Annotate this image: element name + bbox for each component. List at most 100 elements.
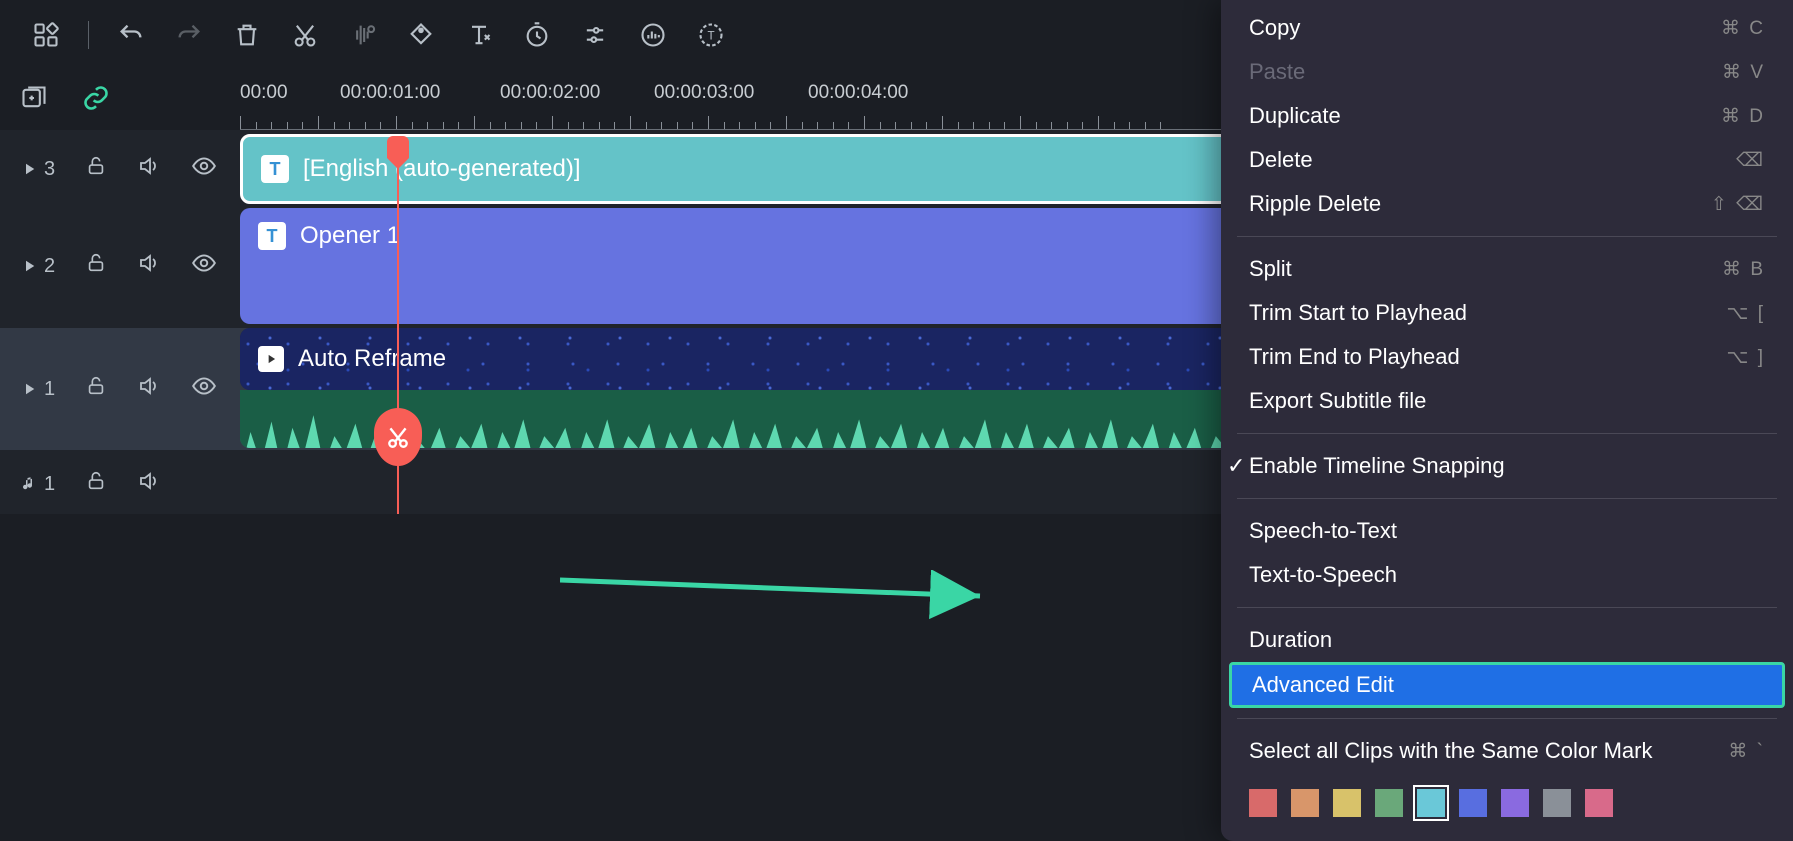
menu-divider	[1237, 433, 1777, 434]
undo-icon[interactable]	[115, 19, 147, 51]
track-type-icon: 3	[20, 158, 55, 181]
redo-icon[interactable]	[173, 19, 205, 51]
playhead-marker[interactable]	[387, 136, 409, 158]
track-controls: 1	[0, 454, 240, 514]
menu-item-duplicate[interactable]: Duplicate⌘ D	[1221, 94, 1793, 138]
ruler-label: 00:00:03:00	[654, 82, 754, 104]
menu-shortcut: ⌫	[1736, 149, 1765, 172]
menu-item-text-to-speech[interactable]: Text-to-Speech	[1221, 553, 1793, 597]
color-swatch[interactable]	[1459, 789, 1487, 817]
lock-icon[interactable]	[85, 155, 107, 183]
add-track-icon[interactable]	[20, 84, 48, 117]
volume-icon[interactable]	[137, 251, 161, 281]
track-controls: 2	[0, 208, 240, 324]
color-swatch[interactable]	[1543, 789, 1571, 817]
menu-item-trim-start-to-playhead[interactable]: Trim Start to Playhead⌥ [	[1221, 291, 1793, 335]
menu-shortcut: ⌘ D	[1721, 105, 1765, 128]
visibility-icon[interactable]	[191, 153, 217, 185]
ruler-controls	[0, 70, 240, 130]
menu-shortcut: ⌘ C	[1721, 17, 1765, 40]
menu-label: Select all Clips with the Same Color Mar…	[1249, 738, 1652, 764]
menu-divider	[1237, 498, 1777, 499]
context-menu: Copy ⌘ C Paste ⌘ V Duplicate⌘ D Delete ⌫ Ripple…	[1221, 0, 1793, 841]
lock-icon[interactable]	[85, 470, 107, 498]
volume-icon[interactable]	[137, 374, 161, 404]
track-controls: 1	[0, 328, 240, 450]
text-clip-icon: T	[261, 155, 289, 183]
menu-shortcut: ⇧ ⌫	[1711, 193, 1765, 216]
menu-shortcut: ⌥ ]	[1727, 346, 1765, 369]
menu-label: Copy	[1249, 15, 1300, 41]
menu-divider	[1237, 718, 1777, 719]
menu-item-duration[interactable]: Duration	[1221, 618, 1793, 662]
menu-divider	[1237, 236, 1777, 237]
track-number: 2	[44, 255, 55, 278]
menu-divider	[1237, 607, 1777, 608]
track-type-icon: 2	[20, 255, 55, 278]
text-icon[interactable]	[463, 19, 495, 51]
menu-item-delete[interactable]: Delete ⌫	[1221, 138, 1793, 182]
lock-icon[interactable]	[85, 252, 107, 280]
playhead-split-bubble[interactable]	[374, 408, 422, 466]
playhead[interactable]	[397, 148, 399, 514]
tag-icon[interactable]	[405, 19, 437, 51]
audio-meter-icon[interactable]	[637, 19, 669, 51]
text-clip-icon: T	[258, 222, 286, 250]
lock-icon[interactable]	[85, 375, 107, 403]
link-icon[interactable]	[82, 84, 110, 117]
mute-icon[interactable]	[347, 19, 379, 51]
menu-item-export-subtitle-file[interactable]: Export Subtitle file	[1221, 379, 1793, 423]
visibility-icon[interactable]	[191, 373, 217, 405]
ruler-label: 00:00:04:00	[808, 82, 908, 104]
delete-icon[interactable]	[231, 19, 263, 51]
clip-label: Opener 1	[300, 222, 400, 250]
menu-label: Export Subtitle file	[1249, 388, 1426, 414]
menu-label: Speech-to-Text	[1249, 518, 1397, 544]
menu-item-enable-timeline-snapping[interactable]: ✓Enable Timeline Snapping	[1221, 444, 1793, 488]
ruler-label: 00:00:02:00	[500, 82, 600, 104]
menu-label: Text-to-Speech	[1249, 562, 1397, 588]
track-number: 3	[44, 158, 55, 181]
color-swatch[interactable]	[1585, 789, 1613, 817]
menu-shortcut: ⌘ B	[1722, 258, 1765, 281]
caption-timer-icon[interactable]: T	[695, 19, 727, 51]
track-number: 1	[44, 378, 55, 401]
menu-item-select-all-clips-with-the-same-color-mark[interactable]: Select all Clips with the Same Color Mar…	[1221, 729, 1793, 773]
visibility-icon[interactable]	[191, 250, 217, 282]
color-swatch[interactable]	[1417, 789, 1445, 817]
cut-icon[interactable]	[289, 19, 321, 51]
color-swatch[interactable]	[1375, 789, 1403, 817]
check-icon: ✓	[1227, 453, 1247, 479]
menu-label: Advanced Edit	[1252, 672, 1394, 698]
menu-item-ripple-delete[interactable]: Ripple Delete ⇧ ⌫	[1221, 182, 1793, 226]
menu-item-advanced-edit[interactable]: Advanced Edit	[1229, 662, 1785, 708]
color-swatch[interactable]	[1249, 789, 1277, 817]
menu-label: Ripple Delete	[1249, 191, 1381, 217]
adjust-icon[interactable]	[579, 19, 611, 51]
menu-item-copy[interactable]: Copy ⌘ C	[1221, 6, 1793, 50]
apps-icon[interactable]	[30, 19, 62, 51]
toolbar-divider	[88, 21, 89, 49]
menu-label: Trim Start to Playhead	[1249, 300, 1467, 326]
menu-item-split[interactable]: Split⌘ B	[1221, 247, 1793, 291]
ruler-label: 00:00	[240, 82, 288, 104]
annotation-arrow	[560, 570, 1000, 620]
clip-label: Auto Reframe	[298, 345, 446, 373]
volume-icon[interactable]	[137, 154, 161, 184]
menu-label: Paste	[1249, 59, 1305, 85]
volume-icon[interactable]	[137, 469, 161, 499]
track-type-icon: 1	[20, 378, 55, 401]
play-icon	[258, 346, 284, 372]
menu-label: Delete	[1249, 147, 1313, 173]
menu-shortcut: ⌘ `	[1728, 740, 1765, 763]
menu-item-paste: Paste ⌘ V	[1221, 50, 1793, 94]
color-swatch[interactable]	[1291, 789, 1319, 817]
menu-shortcut: ⌘ V	[1722, 61, 1765, 84]
menu-label: Enable Timeline Snapping	[1249, 453, 1505, 479]
color-swatch[interactable]	[1501, 789, 1529, 817]
timer-icon[interactable]	[521, 19, 553, 51]
menu-item-speech-to-text[interactable]: Speech-to-Text	[1221, 509, 1793, 553]
color-swatch[interactable]	[1333, 789, 1361, 817]
ruler-label: 00:00:01:00	[340, 82, 440, 104]
menu-item-trim-end-to-playhead[interactable]: Trim End to Playhead⌥ ]	[1221, 335, 1793, 379]
